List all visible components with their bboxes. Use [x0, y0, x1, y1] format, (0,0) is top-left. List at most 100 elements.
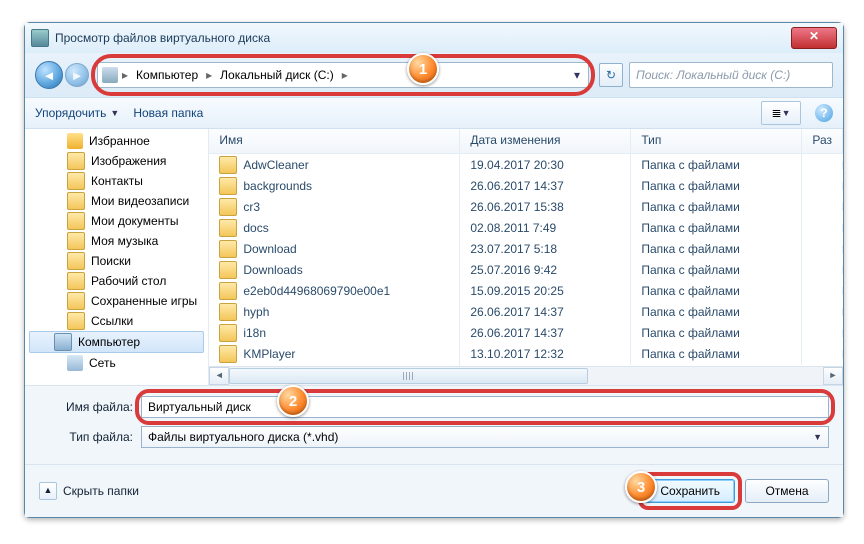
cancel-button[interactable]: Отмена [745, 479, 829, 503]
file-type: Папка с файлами [631, 238, 802, 260]
file-date: 26.06.2017 15:38 [460, 196, 631, 218]
chevron-up-icon: ▲ [39, 482, 57, 500]
search-input[interactable]: Поиск: Локальный диск (C:) [629, 62, 833, 88]
organize-button[interactable]: Упорядочить▼ [35, 106, 119, 120]
back-button[interactable]: ◄ [35, 61, 63, 89]
folder-icon [67, 192, 85, 210]
footer: ▲ Скрыть папки Сохранить Отмена [25, 465, 843, 517]
file-name: hyph [243, 305, 269, 319]
file-type: Папка с файлами [631, 175, 802, 197]
file-date: 26.06.2017 14:37 [460, 322, 631, 344]
file-date: 26.06.2017 14:37 [460, 175, 631, 197]
chevron-right-icon: ▸ [342, 68, 348, 82]
tree-label: Компьютер [78, 335, 140, 349]
file-name: Downloads [243, 263, 302, 277]
col-type[interactable]: Тип [631, 129, 802, 153]
window-title: Просмотр файлов виртуального диска [55, 31, 791, 45]
address-row: ◄ ► ▸ Компьютер ▸ Локальный диск (C:) ▸ … [25, 53, 843, 97]
hide-folders-toggle[interactable]: ▲ Скрыть папки [39, 482, 139, 500]
address-dropdown[interactable]: ▾ [570, 68, 584, 82]
file-rows[interactable]: AdwCleaner19.04.2017 20:30Папка с файлам… [209, 154, 843, 366]
filename-label: Имя файла: [39, 400, 141, 414]
tree-label: Контакты [91, 174, 143, 188]
filetype-combo[interactable]: Файлы виртуального диска (*.vhd)▼ [141, 426, 829, 448]
file-type: Папка с файлами [631, 259, 802, 281]
refresh-button[interactable]: ↻ [599, 63, 623, 87]
form-area: Имя файла: Тип файла: Файлы виртуального… [25, 386, 843, 465]
help-button[interactable]: ? [815, 104, 833, 122]
file-type: Папка с файлами [631, 154, 802, 176]
folder-icon [219, 240, 237, 258]
file-type: Папка с файлами [631, 343, 802, 365]
file-date: 25.07.2016 9:42 [460, 259, 631, 281]
forward-button[interactable]: ► [65, 63, 89, 87]
close-button[interactable]: ✕ [791, 27, 837, 49]
folder-icon [67, 172, 85, 190]
file-row[interactable]: KMPlayer13.10.2017 12:32Папка с файлами [209, 343, 843, 364]
tree-item[interactable]: Изображения [25, 151, 208, 171]
chevron-right-icon: ▸ [206, 68, 212, 82]
tree-item[interactable]: Сеть [25, 353, 208, 373]
file-date: 19.04.2017 20:30 [460, 154, 631, 176]
save-dialog: Просмотр файлов виртуального диска ✕ ◄ ►… [24, 22, 844, 518]
tree-item[interactable]: Мои документы [25, 211, 208, 231]
tree-label: Сеть [89, 356, 116, 370]
scroll-thumb[interactable] [229, 368, 587, 384]
view-button[interactable]: ≣ ▼ [761, 101, 801, 125]
file-name: e2eb0d44968069790e00e1 [243, 284, 390, 298]
tree-item[interactable]: Рабочий стол [25, 271, 208, 291]
folder-icon [54, 333, 72, 351]
tree-item[interactable]: Моя музыка [25, 231, 208, 251]
folder-icon [219, 177, 237, 195]
file-name: i18n [243, 326, 266, 340]
drive-icon [102, 67, 118, 83]
tree-item[interactable]: Ссылки [25, 311, 208, 331]
tree-item[interactable]: Мои видеозаписи [25, 191, 208, 211]
scroll-right[interactable]: ► [823, 367, 843, 385]
folder-icon [67, 272, 85, 290]
save-button[interactable]: Сохранить [645, 479, 735, 503]
address-bar[interactable]: ▸ Компьютер ▸ Локальный диск (C:) ▸ ▾ [97, 62, 589, 88]
folder-icon [67, 232, 85, 250]
app-icon [31, 29, 49, 47]
tree-item[interactable]: Поиски [25, 251, 208, 271]
crumb-drive-c[interactable]: Локальный диск (C:) [216, 68, 338, 82]
filename-input[interactable] [141, 396, 829, 418]
folder-icon [219, 219, 237, 237]
scroll-left[interactable]: ◄ [209, 367, 229, 385]
col-name[interactable]: Имя [209, 129, 460, 153]
tree-label: Мои видеозаписи [91, 194, 189, 208]
folder-icon [67, 312, 85, 330]
folder-icon [219, 261, 237, 279]
tree-label: Мои документы [91, 214, 178, 228]
folder-icon [219, 345, 237, 363]
chevron-right-icon: ▸ [122, 68, 128, 82]
tree-item[interactable]: Избранное [25, 131, 208, 151]
col-date[interactable]: Дата изменения [460, 129, 631, 153]
crumb-computer[interactable]: Компьютер [132, 68, 202, 82]
file-type: Папка с файлами [631, 280, 802, 302]
folder-tree[interactable]: ИзбранноеИзображения Контакты Мои видеозап… [25, 129, 209, 385]
folder-icon [219, 303, 237, 321]
tree-item[interactable]: Сохраненные игры [25, 291, 208, 311]
col-size[interactable]: Раз [802, 129, 843, 153]
file-date: 26.06.2017 14:37 [460, 301, 631, 323]
file-type: Папка с файлами [631, 301, 802, 323]
tree-item[interactable]: Компьютер [29, 331, 204, 353]
titlebar: Просмотр файлов виртуального диска ✕ [25, 23, 843, 53]
folder-icon [67, 152, 85, 170]
file-name: AdwCleaner [243, 158, 308, 172]
file-name: KMPlayer [243, 347, 295, 361]
column-headers[interactable]: Имя Дата изменения Тип Раз [209, 129, 843, 154]
tree-item[interactable]: Контакты [25, 171, 208, 191]
folder-icon [67, 252, 85, 270]
tree-label: Рабочий стол [91, 274, 166, 288]
file-type: Папка с файлами [631, 196, 802, 218]
file-type: Папка с файлами [631, 217, 802, 239]
new-folder-button[interactable]: Новая папка [133, 106, 203, 120]
file-date: 15.09.2015 20:25 [460, 280, 631, 302]
horizontal-scrollbar[interactable]: ◄ ► [209, 366, 843, 385]
filetype-label: Тип файла: [39, 430, 141, 444]
tree-label: Сохраненные игры [91, 294, 197, 308]
file-type: Папка с файлами [631, 322, 802, 344]
